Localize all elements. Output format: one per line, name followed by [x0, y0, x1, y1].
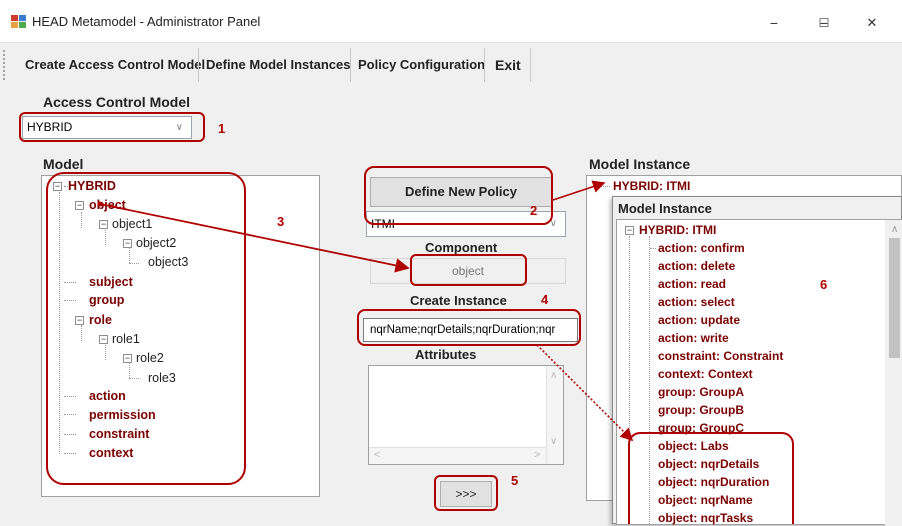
arrow-object-to-component — [99, 203, 410, 273]
arrow-policy-to-instance — [552, 180, 606, 201]
arrow-create-to-instance — [536, 344, 634, 442]
annotation-arrows — [97, 180, 634, 442]
